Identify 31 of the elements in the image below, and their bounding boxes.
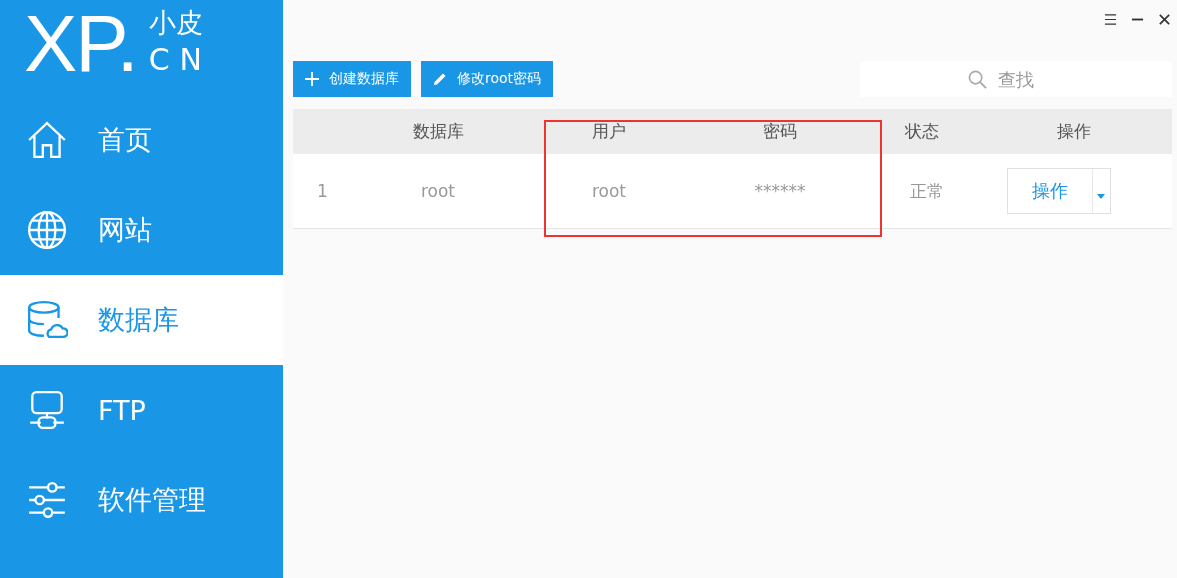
column-header: 操作	[1055, 120, 1092, 143]
sliders-icon	[26, 479, 68, 521]
database-cloud-icon	[26, 299, 68, 341]
pencil-icon	[433, 72, 447, 86]
table-cell-text: 正常	[909, 179, 945, 203]
close-icon[interactable]	[1158, 12, 1171, 26]
sidebar-item[interactable]: 网站	[0, 185, 283, 275]
sidebar-item[interactable]: 首页	[0, 95, 283, 185]
table-cell-text: root	[419, 181, 457, 201]
toolbar-button[interactable]: 修改root密码	[421, 61, 554, 97]
table-cell-text: ******	[753, 181, 807, 201]
logo-domain: CN	[148, 41, 213, 79]
table-cell-text: root	[590, 181, 628, 201]
plus-icon	[305, 72, 319, 86]
logo-name: 小皮	[148, 6, 204, 40]
caret-icon	[1097, 193, 1105, 199]
sidebar-item[interactable]: FTP	[0, 365, 283, 455]
search-icon	[968, 70, 987, 89]
table-cell-text: 1	[316, 181, 329, 201]
sidebar-item[interactable]: 数据库	[0, 275, 283, 365]
column-header: 数据库	[411, 120, 465, 143]
globe-icon	[26, 209, 68, 251]
toolbar-button[interactable]: 创建数据库	[293, 61, 411, 97]
column-header: 状态	[904, 120, 940, 143]
home-icon	[26, 119, 68, 161]
logo-mark: XP.	[24, 0, 137, 88]
column-header: 密码	[762, 120, 798, 143]
column-header: 用户	[591, 120, 627, 143]
menu-icon[interactable]	[1104, 12, 1117, 26]
sidebar-item[interactable]: 软件管理	[0, 455, 283, 545]
search-field[interactable]: 查找	[860, 61, 1172, 97]
